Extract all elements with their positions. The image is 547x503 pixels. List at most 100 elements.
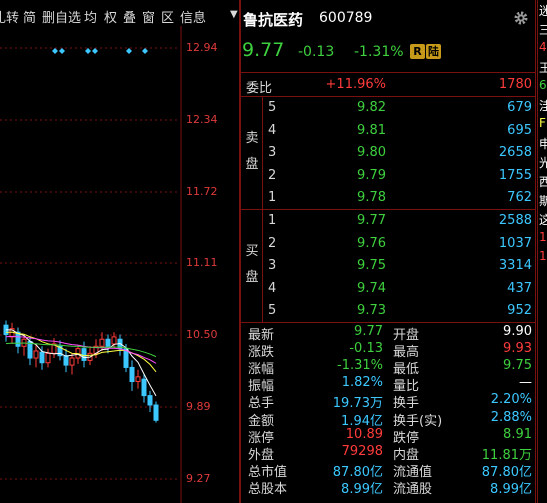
order-volume: 1037 — [498, 235, 532, 251]
stat-value: — — [519, 375, 532, 391]
order-volume: 2658 — [498, 145, 532, 161]
order-price: 9.74 — [357, 280, 386, 296]
order-price: 9.79 — [357, 167, 386, 183]
adjacent-panel-text: 三 — [539, 23, 547, 37]
order-level: 4 — [268, 280, 277, 296]
signal-diamond — [92, 48, 98, 54]
order-price: 9.75 — [357, 258, 386, 274]
adjacent-panel-text: 6 — [539, 78, 547, 92]
stat-label: 流通股 — [393, 481, 433, 497]
order-volume: 952 — [507, 303, 532, 319]
signal-diamond — [59, 48, 65, 54]
stat-value: 9.93 — [503, 341, 532, 357]
order-level: 1 — [268, 190, 277, 206]
signal-diamond — [52, 48, 58, 54]
order-level: 4 — [268, 122, 277, 138]
divider — [262, 96, 263, 322]
order-volume: 3314 — [498, 258, 532, 274]
candle-body — [45, 352, 51, 364]
candle-body — [129, 366, 135, 383]
order-price: 9.76 — [357, 235, 386, 251]
candle-body — [111, 336, 117, 345]
moving-average-lines — [5, 329, 157, 397]
stat-label: 总股本 — [248, 481, 288, 497]
order-volume: 1755 — [498, 167, 532, 183]
adjacent-panel-text: 申 — [539, 137, 547, 151]
stat-value: 8.91 — [503, 426, 532, 442]
chevron-down-icon[interactable]: ▼ — [230, 9, 238, 20]
price-tick-label: 11.72 — [186, 185, 218, 198]
stat-value: -1.31% — [337, 358, 383, 374]
candle-body — [147, 395, 153, 406]
ma5-line — [6, 329, 157, 397]
adjacent-panel-text: 4 — [539, 40, 547, 54]
adjacent-panel-text: 斯 — [539, 194, 547, 208]
stat-value: 9.75 — [503, 358, 532, 374]
margin-trading-badge[interactable]: R — [410, 44, 425, 59]
order-level: 3 — [268, 258, 277, 274]
order-volume: 2588 — [498, 213, 532, 228]
kline-chart-panel[interactable]: 扎转 简 删自选 均 权 叠 窗 区 信息 ▼ 12.94 12.34 11.7… — [0, 0, 239, 503]
adjacent-panel-text: 迷 — [539, 4, 547, 18]
order-volume: 437 — [507, 280, 532, 296]
candle-body — [99, 338, 105, 347]
quote-panel: 鲁抗医药 600789 9.77 -0.13 -1.31% R 陆 委比 +11… — [240, 0, 536, 503]
price-tick-label: 12.34 — [186, 113, 218, 126]
order-price: 9.77 — [357, 213, 386, 228]
weibi-volume: 1780 — [498, 77, 532, 92]
toolbar-item-rights[interactable]: 权 — [104, 7, 117, 26]
stat-value: 9.90 — [503, 324, 532, 339]
adjacent-panel-text: 王 — [539, 61, 547, 75]
order-volume: 762 — [507, 190, 532, 206]
toolbar-item-range[interactable]: 区 — [161, 7, 174, 26]
candle-body — [153, 404, 159, 421]
buy-side-label: 盘 — [245, 270, 259, 285]
order-level: 1 — [268, 213, 277, 228]
toolbar-item-rotate[interactable]: 扎转 — [0, 7, 19, 26]
signal-markers — [52, 48, 148, 54]
signal-diamond — [142, 48, 148, 54]
toolbar-item-info[interactable]: 信息 — [180, 7, 206, 26]
price-tick-label: 12.94 — [186, 41, 218, 54]
divider — [240, 322, 536, 323]
order-price: 9.80 — [357, 145, 386, 161]
chart-toolbar: 扎转 简 删自选 均 权 叠 窗 区 信息 ▼ — [0, 0, 239, 26]
toolbar-item-remove-watchlist[interactable]: 删自选 — [42, 7, 81, 26]
order-price: 9.81 — [357, 122, 386, 138]
candle-body — [33, 350, 39, 359]
candle-body — [135, 376, 141, 383]
order-level: 3 — [268, 145, 277, 161]
signal-diamond — [126, 48, 132, 54]
order-price: 9.73 — [357, 303, 386, 319]
weibi-label: 委比 — [246, 81, 273, 96]
order-price: 9.78 — [357, 190, 386, 206]
signal-diamond — [85, 48, 91, 54]
connect-badge[interactable]: 陆 — [426, 44, 441, 59]
divider — [240, 96, 536, 97]
stat-value: 10.89 — [345, 426, 383, 442]
stat-value: 79298 — [341, 443, 383, 459]
order-volume: 695 — [507, 122, 532, 138]
divider — [240, 72, 536, 73]
price-tick-label: 9.89 — [186, 400, 211, 413]
toolbar-item-simple[interactable]: 简 — [23, 7, 36, 26]
order-level: 5 — [268, 303, 277, 319]
chart-gridlines — [0, 26, 182, 503]
toolbar-item-window[interactable]: 窗 — [142, 7, 155, 26]
price-tick-label: 9.27 — [186, 472, 211, 485]
candle-body — [105, 338, 111, 347]
gear-icon[interactable] — [513, 10, 529, 26]
price-change-percent: -1.31% — [354, 44, 404, 60]
adjacent-panel-text: 这 — [539, 213, 547, 227]
candle-body — [81, 348, 87, 361]
toolbar-item-average[interactable]: 均 — [84, 7, 97, 26]
price-tick-label: 11.11 — [186, 256, 218, 269]
divider — [535, 0, 536, 503]
toolbar-item-overlay[interactable]: 叠 — [123, 7, 136, 26]
order-price: 9.82 — [357, 100, 386, 115]
sell-side-label: 卖 — [245, 131, 259, 146]
stat-value: -0.13 — [349, 341, 383, 357]
sell-side-label: 盘 — [245, 157, 259, 172]
stock-code: 600789 — [319, 10, 373, 26]
adjacent-panel-text: 洼 — [539, 99, 547, 113]
